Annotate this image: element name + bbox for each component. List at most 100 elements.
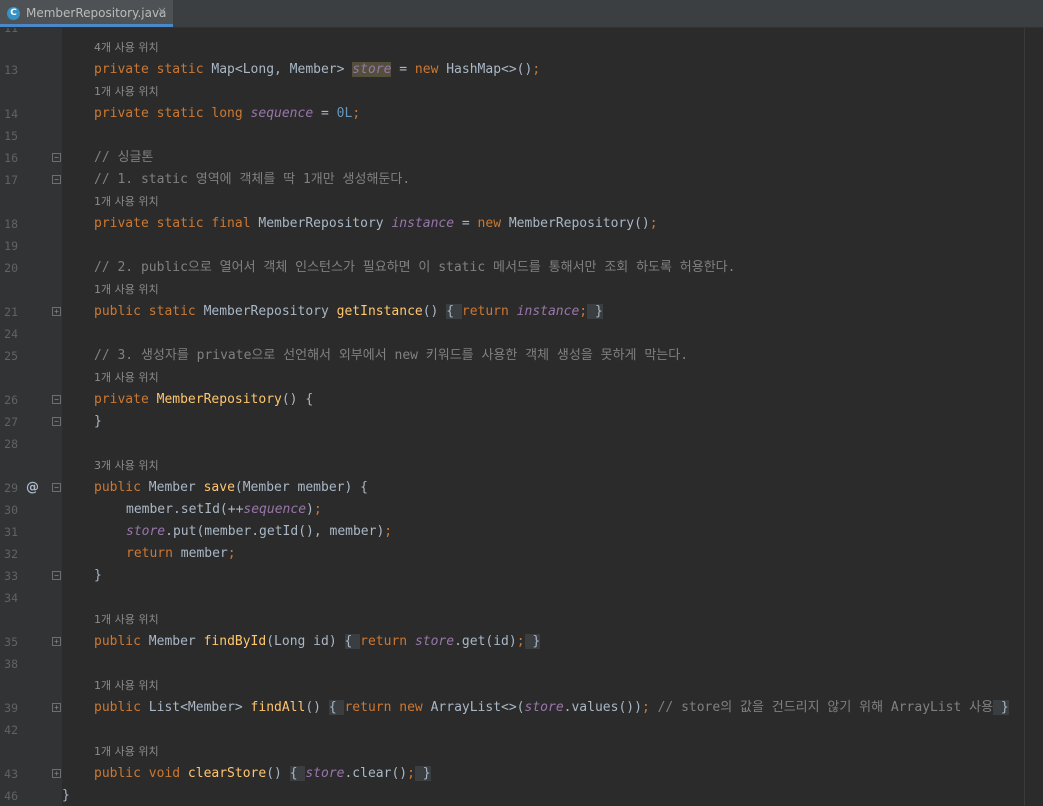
line-number: 13 [4, 63, 18, 77]
code-editor[interactable]: 11 4개 사용 위치 13 private static Map<Long, … [0, 28, 1043, 806]
usage-hint-line: 1개 사용 위치 [0, 191, 1043, 213]
code-text[interactable]: private static long sequence = 0L; [94, 103, 360, 125]
code-line: 16 − // 싱글톤 [0, 147, 1043, 169]
editor-tab-bar: C MemberRepository.java × [0, 0, 1043, 28]
code-line: 26 − private MemberRepository() { [0, 389, 1043, 411]
code-text[interactable]: public static MemberRepository getInstan… [94, 301, 603, 323]
comment-text[interactable]: // 싱글톤 [94, 147, 153, 169]
fold-icon[interactable]: + [52, 307, 61, 316]
fold-icon[interactable]: − [52, 571, 61, 580]
code-line: 42 [0, 719, 1043, 741]
usage-hint-line: 4개 사용 위치 [0, 37, 1043, 59]
code-text[interactable]: private static final MemberRepository in… [94, 213, 658, 235]
code-line: 33 − } [0, 565, 1043, 587]
code-line: 15 [0, 125, 1043, 147]
code-text[interactable]: member.setId(++sequence); [126, 499, 322, 521]
usage-hint-line: 1개 사용 위치 [0, 609, 1043, 631]
code-text[interactable]: public Member save(Member member) { [94, 477, 368, 499]
usage-hint-line: 1개 사용 위치 [0, 367, 1043, 389]
code-text[interactable]: return member; [126, 543, 236, 565]
comment-text[interactable]: // 1. static 영역에 객체를 딱 1개만 생성해둔다. [94, 169, 410, 191]
code-line: 46 } [0, 785, 1043, 806]
line-number: 42 [4, 723, 18, 737]
code-line: 38 [0, 653, 1043, 675]
line-number: 43 [4, 767, 18, 781]
code-line: 28 [0, 433, 1043, 455]
fold-icon[interactable]: − [52, 417, 61, 426]
code-text[interactable]: private static Map<Long, Member> store =… [94, 59, 540, 81]
java-class-icon: C [7, 7, 20, 20]
code-line: 35 + public Member findById(Long id) { r… [0, 631, 1043, 653]
line-number: 28 [4, 437, 18, 451]
usage-hint-line: 1개 사용 위치 [0, 741, 1043, 763]
code-line: 20 // 2. public으로 열어서 객체 인스턴스가 필요하면 이 st… [0, 257, 1043, 279]
line-number: 18 [4, 217, 18, 231]
fold-icon[interactable]: − [52, 153, 61, 162]
line-number: 26 [4, 393, 18, 407]
line-number: 14 [4, 107, 18, 121]
code-text[interactable]: } [62, 785, 70, 806]
usage-hint-line: 1개 사용 위치 [0, 675, 1043, 697]
code-line: 13 private static Map<Long, Member> stor… [0, 59, 1043, 81]
code-line: 39 + public List<Member> findAll() { ret… [0, 697, 1043, 719]
code-line: 43 + public void clearStore() { store.cl… [0, 763, 1043, 785]
code-line: 24 [0, 323, 1043, 345]
fold-icon[interactable]: + [52, 637, 61, 646]
code-text[interactable]: private MemberRepository() { [94, 389, 313, 411]
line-number: 20 [4, 261, 18, 275]
line-number: 29 [4, 481, 18, 495]
close-icon[interactable]: × [157, 4, 167, 18]
line-number: 35 [4, 635, 18, 649]
code-line: 21 + public static MemberRepository getI… [0, 301, 1043, 323]
tab-member-repository[interactable]: C MemberRepository.java × [0, 0, 173, 27]
code-text[interactable]: public List<Member> findAll() { return n… [94, 697, 1009, 719]
usage-hint-line: 1개 사용 위치 [0, 279, 1043, 301]
line-number: 31 [4, 525, 18, 539]
fold-icon[interactable]: − [52, 175, 61, 184]
line-number: 17 [4, 173, 18, 187]
line-number: 32 [4, 547, 18, 561]
line-number: 38 [4, 657, 18, 671]
usage-hint[interactable]: 1개 사용 위치 [94, 279, 159, 301]
comment-text[interactable]: // 3. 생성자를 private으로 선언해서 외부에서 new 키워드를 … [94, 345, 688, 367]
code-line: 17 − // 1. static 영역에 객체를 딱 1개만 생성해둔다. [0, 169, 1043, 191]
code-text[interactable]: public Member findById(Long id) { return… [94, 631, 541, 653]
line-number: 16 [4, 151, 18, 165]
fold-icon[interactable]: − [52, 395, 61, 404]
usage-hint[interactable]: 1개 사용 위치 [94, 367, 159, 389]
usage-hint[interactable]: 3개 사용 위치 [94, 455, 159, 477]
usage-hint-line: 3개 사용 위치 [0, 455, 1043, 477]
fold-icon[interactable]: + [52, 703, 61, 712]
code-line: 14 private static long sequence = 0L; [0, 103, 1043, 125]
usage-hint[interactable]: 1개 사용 위치 [94, 741, 159, 763]
line-number: 19 [4, 239, 18, 253]
code-line: 18 private static final MemberRepository… [0, 213, 1043, 235]
line-number: 39 [4, 701, 18, 715]
code-text[interactable]: } [94, 565, 102, 587]
line-number: 21 [4, 305, 18, 319]
comment-text[interactable]: // 2. public으로 열어서 객체 인스턴스가 필요하면 이 stati… [94, 257, 735, 279]
line-number: 34 [4, 591, 18, 605]
code-line: 19 [0, 235, 1043, 257]
fold-icon[interactable]: + [52, 769, 61, 778]
code-line: 29 @ − public Member save(Member member)… [0, 477, 1043, 499]
usage-hint[interactable]: 1개 사용 위치 [94, 675, 159, 697]
usage-hint[interactable]: 1개 사용 위치 [94, 609, 159, 631]
fold-icon[interactable]: − [52, 483, 61, 492]
code-text[interactable]: store.put(member.getId(), member); [126, 521, 392, 543]
usage-hint[interactable]: 1개 사용 위치 [94, 191, 159, 213]
usage-hint[interactable]: 4개 사용 위치 [94, 37, 159, 59]
code-line: 25 // 3. 생성자를 private으로 선언해서 외부에서 new 키워… [0, 345, 1043, 367]
line-number: 46 [4, 789, 18, 803]
line-number: 30 [4, 503, 18, 517]
line-number: 33 [4, 569, 18, 583]
code-line: 27 − } [0, 411, 1043, 433]
tab-label: MemberRepository.java [26, 6, 167, 20]
override-marker-icon[interactable]: @ [26, 477, 39, 499]
code-text[interactable]: } [94, 411, 102, 433]
code-line: 31 store.put(member.getId(), member); [0, 521, 1043, 543]
usage-hint[interactable]: 1개 사용 위치 [94, 81, 159, 103]
code-line: 34 [0, 587, 1043, 609]
line-number: 27 [4, 415, 18, 429]
code-text[interactable]: public void clearStore() { store.clear()… [94, 763, 431, 785]
